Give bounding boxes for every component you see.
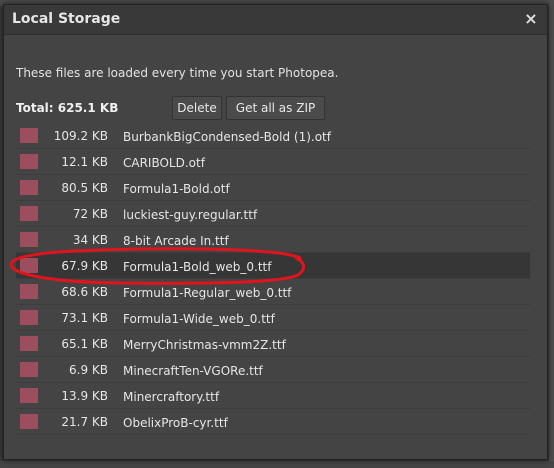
file-color-swatch	[20, 232, 38, 247]
file-color-swatch	[20, 180, 38, 195]
local-storage-dialog: Local Storage × These files are loaded e…	[3, 4, 548, 460]
close-icon[interactable]: ×	[521, 8, 541, 30]
file-color-swatch	[20, 388, 38, 403]
file-size: 13.9 KB	[61, 389, 108, 403]
file-color-swatch	[20, 310, 38, 325]
file-size: 73.1 KB	[61, 311, 108, 325]
file-row[interactable]: 21.7 KB ObelixProB-cyr.ttf	[16, 409, 530, 435]
get-all-zip-button[interactable]: Get all as ZIP	[226, 96, 325, 120]
dialog-titlebar: Local Storage ×	[4, 5, 547, 35]
file-name: MerryChristmas-vmm2Z.ttf	[123, 338, 286, 352]
file-size: 12.1 KB	[61, 155, 108, 169]
file-size: 65.1 KB	[61, 337, 108, 351]
file-size: 67.9 KB	[61, 259, 108, 273]
file-row[interactable]: 13.9 KB Minercraftory.ttf	[16, 383, 530, 409]
file-size: 68.6 KB	[61, 285, 108, 299]
file-row[interactable]: 34 KB 8-bit Arcade In.ttf	[16, 227, 530, 253]
file-name: CARIBOLD.otf	[123, 156, 205, 170]
total-size-label: Total: 625.1 KB	[16, 101, 119, 115]
file-name: Formula1-Bold.otf	[123, 182, 230, 196]
file-row[interactable]: 109.2 KB BurbankBigCondensed-Bold (1).ot…	[16, 123, 530, 149]
file-color-swatch	[20, 284, 38, 299]
file-name: MinecraftTen-VGORe.ttf	[123, 364, 263, 378]
file-row[interactable]: 68.6 KB Formula1-Regular_web_0.ttf	[16, 279, 530, 305]
info-text: These files are loaded every time you st…	[16, 66, 339, 80]
file-row[interactable]: 6.9 KB MinecraftTen-VGORe.ttf	[16, 357, 530, 383]
file-row[interactable]: 12.1 KB CARIBOLD.otf	[16, 149, 530, 175]
file-size: 34 KB	[72, 233, 108, 247]
file-name: Minercraftory.ttf	[123, 390, 220, 404]
background-strip-bottom	[0, 461, 554, 468]
file-color-swatch	[20, 362, 38, 377]
file-color-swatch	[20, 414, 38, 429]
file-name: 8-bit Arcade In.ttf	[123, 234, 229, 248]
delete-button[interactable]: Delete	[172, 96, 222, 120]
file-color-swatch	[20, 154, 38, 169]
file-row[interactable]: 65.1 KB MerryChristmas-vmm2Z.ttf	[16, 331, 530, 357]
file-color-swatch	[20, 336, 38, 351]
file-row[interactable]: 80.5 KB Formula1-Bold.otf	[16, 175, 530, 201]
file-size: 80.5 KB	[61, 181, 108, 195]
file-row-selected[interactable]: 67.9 KB Formula1-Bold_web_0.ttf	[16, 253, 530, 279]
file-name: BurbankBigCondensed-Bold (1).otf	[123, 130, 331, 144]
file-color-swatch	[20, 206, 38, 221]
file-name: ObelixProB-cyr.ttf	[123, 416, 228, 430]
file-size: 6.9 KB	[69, 363, 108, 377]
file-color-swatch	[20, 128, 38, 143]
file-name: luckiest-guy.regular.ttf	[123, 208, 258, 222]
file-name: Formula1-Bold_web_0.ttf	[123, 260, 272, 274]
file-name: Formula1-Wide_web_0.ttf	[123, 312, 275, 326]
file-color-swatch	[20, 258, 38, 273]
file-size: 109.2 KB	[53, 129, 108, 143]
background-strip-right	[549, 0, 554, 468]
dialog-title: Local Storage	[12, 11, 121, 27]
file-name: Formula1-Regular_web_0.ttf	[123, 286, 292, 300]
file-list: 109.2 KB BurbankBigCondensed-Bold (1).ot…	[16, 123, 530, 435]
file-size: 21.7 KB	[61, 415, 108, 429]
file-size: 72 KB	[72, 207, 108, 221]
file-row[interactable]: 72 KB luckiest-guy.regular.ttf	[16, 201, 530, 227]
file-row[interactable]: 73.1 KB Formula1-Wide_web_0.ttf	[16, 305, 530, 331]
